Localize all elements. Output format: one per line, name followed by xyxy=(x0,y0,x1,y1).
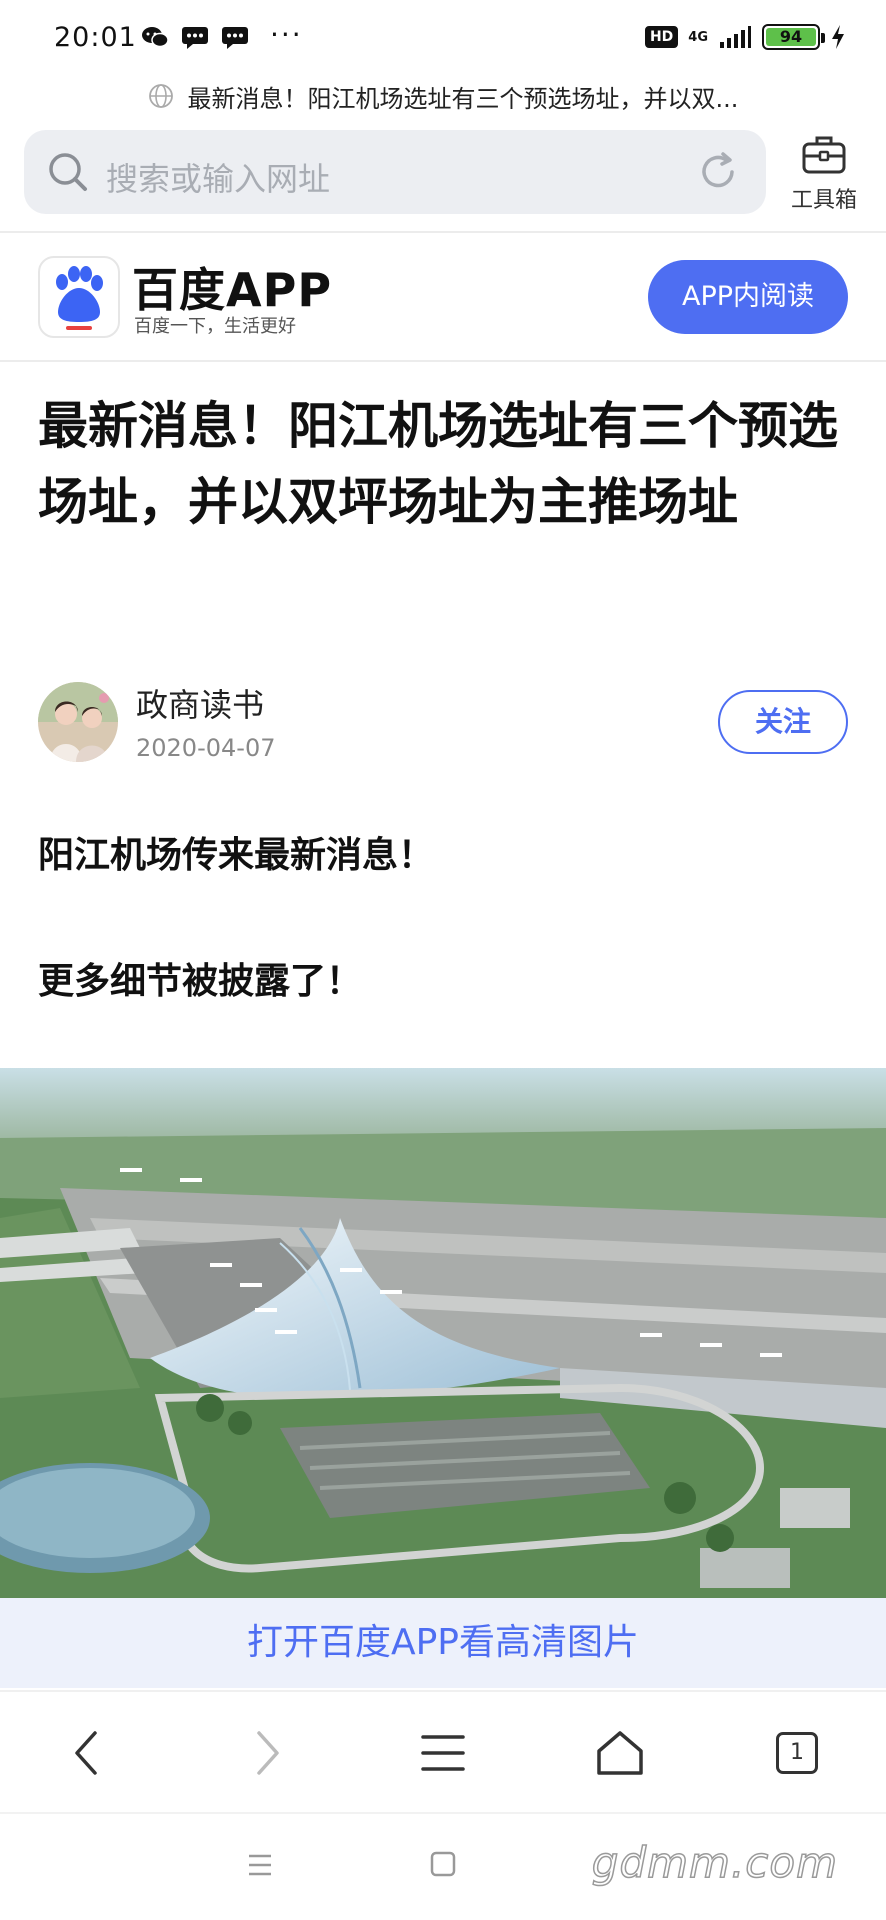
battery-icon: 94 xyxy=(762,24,825,50)
page-title: 最新消息！阳江机场选址有三个预选场址，并以双... xyxy=(187,84,739,113)
author-avatar[interactable] xyxy=(38,682,118,762)
article-image[interactable] xyxy=(0,1068,886,1598)
brand-slogan: 百度一下，生活更好 xyxy=(134,316,296,337)
message-icon xyxy=(182,27,208,49)
avatar-image xyxy=(38,682,118,762)
hd-badge: HD xyxy=(644,26,679,48)
back-arrow-icon xyxy=(75,1731,97,1775)
network-label: 4G xyxy=(688,29,708,45)
toolbox-label: 工具箱 xyxy=(790,188,857,213)
signal-icon xyxy=(720,26,751,48)
tabs-button[interactable]: 1 xyxy=(762,1718,832,1788)
browser-toolbar: 1 xyxy=(0,1690,886,1810)
system-home-icon[interactable] xyxy=(429,1850,457,1878)
battery-level: 94 xyxy=(766,28,816,46)
divider xyxy=(0,360,886,362)
open-in-app-button[interactable]: APP内阅读 xyxy=(648,260,848,334)
globe-icon xyxy=(148,84,173,108)
toolbox-button[interactable]: 工具箱 xyxy=(782,132,866,218)
publish-date: 2020-04-07 xyxy=(136,734,276,762)
refresh-icon[interactable] xyxy=(696,150,740,194)
more-notifications-icon: ··· xyxy=(270,18,303,51)
home-icon xyxy=(597,1731,643,1775)
toolbox-icon xyxy=(802,136,846,174)
home-button[interactable] xyxy=(585,1718,655,1788)
airport-rendering xyxy=(0,1068,886,1598)
notification-icons xyxy=(140,24,250,50)
wechat-icon xyxy=(142,27,169,48)
forward-arrow-icon xyxy=(257,1731,279,1775)
tabs-count: 1 xyxy=(776,1732,818,1774)
article-paragraph: 阳江机场传来最新消息！ xyxy=(38,835,435,876)
divider xyxy=(0,231,886,233)
article-paragraph: 更多细节被披露了！ xyxy=(38,961,363,1002)
charging-icon xyxy=(832,25,844,49)
message-icon-2 xyxy=(222,27,248,49)
app-banner: 百度APP 百度一下，生活更好 APP内阅读 xyxy=(0,234,886,360)
menu-icon xyxy=(421,1735,465,1771)
recent-apps-icon[interactable] xyxy=(246,1852,274,1878)
watermark: gdmm.com xyxy=(591,1837,838,1888)
system-nav-bar: gdmm.com xyxy=(0,1812,886,1920)
open-app-hd-images-link[interactable]: 打开百度APP看高清图片 xyxy=(0,1598,886,1688)
brand-name: 百度APP xyxy=(132,263,333,317)
baidu-logo xyxy=(38,256,120,338)
baidu-paw-icon xyxy=(56,266,103,330)
back-button[interactable] xyxy=(52,1718,122,1788)
author-name[interactable]: 政商读书 xyxy=(136,680,264,726)
search-input[interactable]: 搜索或输入网址 xyxy=(24,130,766,214)
article-title: 最新消息！阳江机场选址有三个预选场址，并以双坪场址为主推场址 xyxy=(38,397,838,531)
search-placeholder: 搜索或输入网址 xyxy=(106,160,331,198)
follow-button[interactable]: 关注 xyxy=(718,690,848,754)
forward-button[interactable] xyxy=(232,1718,302,1788)
page-url-line[interactable]: 最新消息！阳江机场选址有三个预选场址，并以双... xyxy=(0,78,886,114)
status-time: 20:01 xyxy=(54,22,137,53)
search-icon xyxy=(49,153,87,191)
system-status: HD 4G 94 xyxy=(644,24,846,50)
menu-button[interactable] xyxy=(408,1718,478,1788)
status-bar: 20:01 ··· HD 4G 94 xyxy=(0,0,886,80)
